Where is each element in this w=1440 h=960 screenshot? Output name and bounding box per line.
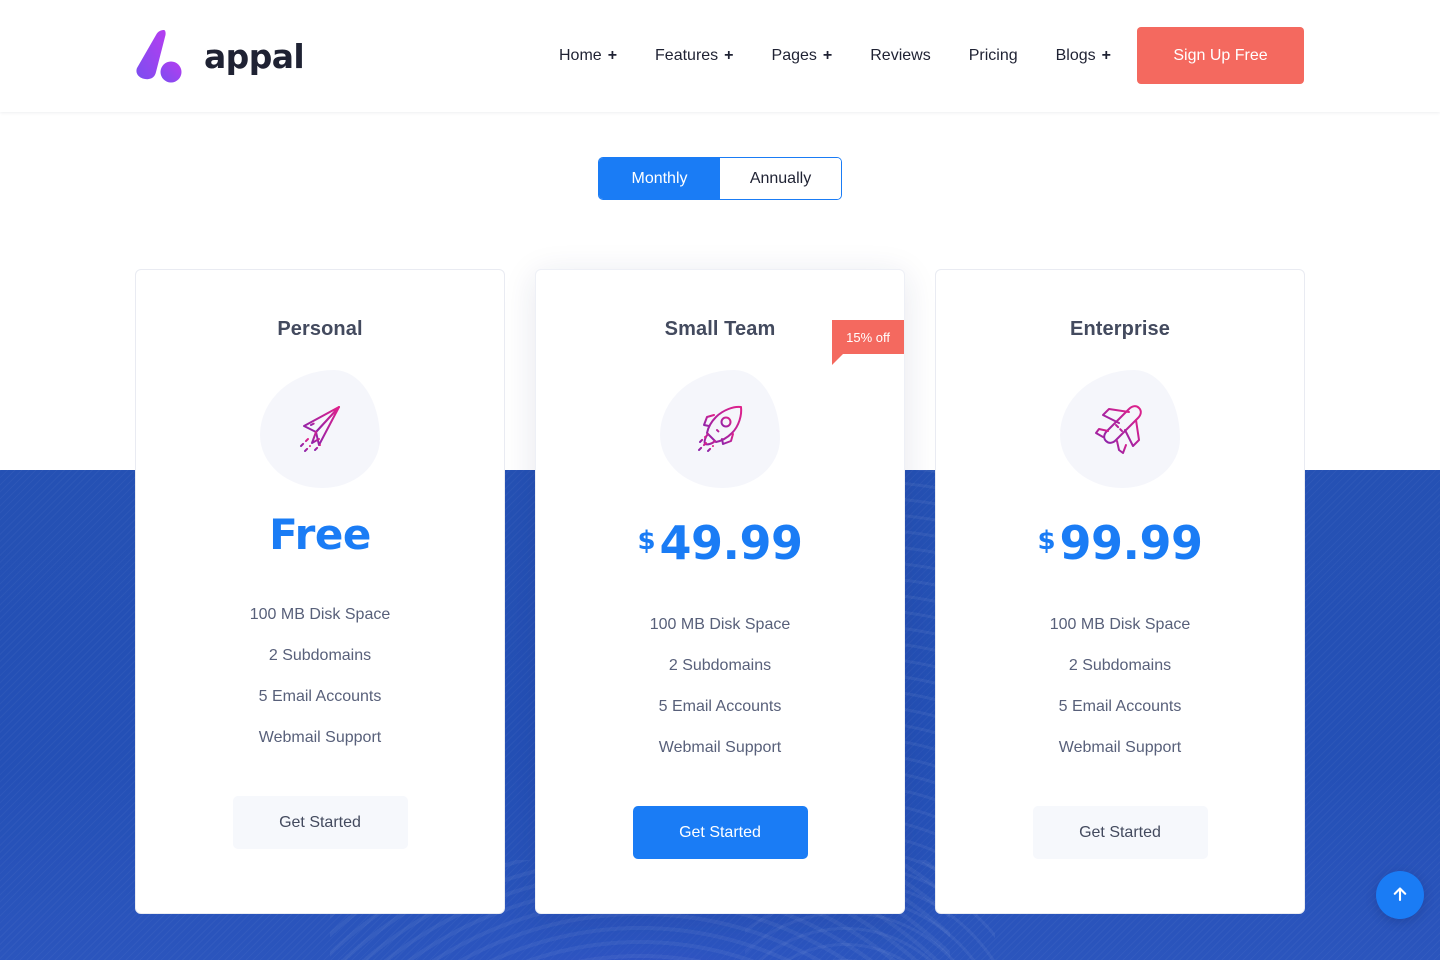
feature-item: 5 Email Accounts (1058, 698, 1182, 715)
plus-icon: + (1101, 47, 1111, 64)
pricing-card-personal: Personal Free 100 MB Disk Space 2 Subdom… (135, 269, 505, 914)
plan-icon-wrapper (1060, 370, 1180, 488)
price-amount: 99.99 (1059, 516, 1204, 570)
airplane-icon (1089, 398, 1151, 460)
billing-period-toggle: Monthly Annually (598, 157, 842, 200)
nav-item-blogs[interactable]: Blogs + (1037, 47, 1130, 65)
get-started-button[interactable]: Get Started (632, 806, 808, 859)
plan-icon-wrapper (260, 370, 380, 488)
site-header: appal Home + Features + Pages + Reviews … (0, 0, 1440, 112)
main-navigation: Home + Features + Pages + Reviews Pricin… (540, 0, 1130, 112)
price-amount: 49.99 (659, 516, 804, 570)
feature-item: 5 Email Accounts (658, 698, 782, 715)
plan-price: Free (269, 514, 371, 556)
rocket-icon (689, 398, 751, 460)
paper-plane-icon (289, 398, 351, 460)
arrow-up-icon (1389, 883, 1411, 908)
discount-badge: 15% off (832, 320, 904, 365)
plus-icon: + (724, 47, 734, 64)
price-currency: $ (637, 526, 656, 556)
plan-title: Small Team (664, 318, 776, 340)
feature-item: Webmail Support (1058, 739, 1182, 756)
nav-item-pricing[interactable]: Pricing (950, 47, 1037, 65)
plan-features: 100 MB Disk Space 2 Subdomains 5 Email A… (936, 604, 1304, 768)
nav-label-reviews: Reviews (870, 47, 931, 64)
feature-item: 100 MB Disk Space (1049, 616, 1191, 633)
feature-item: 5 Email Accounts (258, 688, 382, 705)
feature-item: 100 MB Disk Space (649, 616, 791, 633)
feature-item: Webmail Support (258, 729, 382, 746)
feature-item: 2 Subdomains (1068, 657, 1172, 674)
plan-features: 100 MB Disk Space 2 Subdomains 5 Email A… (536, 604, 904, 768)
price-amount: Free (269, 510, 371, 559)
toggle-option-monthly[interactable]: Monthly (599, 158, 720, 199)
plus-icon: + (607, 47, 618, 64)
feature-item: 2 Subdomains (268, 647, 372, 664)
nav-label-pricing: Pricing (968, 47, 1018, 64)
appal-logo-mark-icon (134, 28, 192, 84)
pricing-page: appal Home + Features + Pages + Reviews … (0, 0, 1440, 960)
nav-label-features: Features (655, 47, 719, 64)
feature-item: Webmail Support (658, 739, 782, 756)
feature-item: 2 Subdomains (668, 657, 772, 674)
plan-price: $ 99.99 (1037, 516, 1204, 570)
pricing-card-enterprise: Enterprise $ 99.99 100 MB Disk Space 2 S… (935, 269, 1305, 914)
plan-title: Personal (277, 318, 363, 340)
nav-label-home: Home (559, 47, 602, 64)
pricing-card-small-team: 15% off Small Team $ 49.99 100 MB Disk S… (535, 269, 905, 914)
pricing-cards: Personal Free 100 MB Disk Space 2 Subdom… (0, 0, 1440, 960)
nav-item-reviews[interactable]: Reviews (851, 47, 949, 65)
nav-item-features[interactable]: Features + (636, 47, 752, 65)
plus-icon: + (822, 47, 833, 64)
nav-item-home[interactable]: Home + (540, 47, 636, 65)
toggle-option-annually[interactable]: Annually (720, 158, 841, 199)
plan-price: $ 49.99 (637, 516, 804, 570)
nav-item-pages[interactable]: Pages + (753, 47, 852, 65)
nav-label-blogs: Blogs (1055, 47, 1096, 64)
back-to-top-button[interactable] (1376, 871, 1424, 919)
plan-title: Enterprise (1070, 318, 1170, 340)
get-started-button[interactable]: Get Started (232, 796, 408, 849)
logo[interactable]: appal (134, 28, 305, 84)
feature-item: 100 MB Disk Space (249, 606, 391, 623)
plan-features: 100 MB Disk Space 2 Subdomains 5 Email A… (136, 594, 504, 758)
sign-up-free-button[interactable]: Sign Up Free (1137, 27, 1304, 84)
brand-name: appal (204, 36, 305, 76)
price-currency: $ (1037, 526, 1056, 556)
get-started-button[interactable]: Get Started (1032, 806, 1208, 859)
plan-icon-wrapper (660, 370, 780, 488)
nav-label-pages: Pages (771, 47, 817, 64)
